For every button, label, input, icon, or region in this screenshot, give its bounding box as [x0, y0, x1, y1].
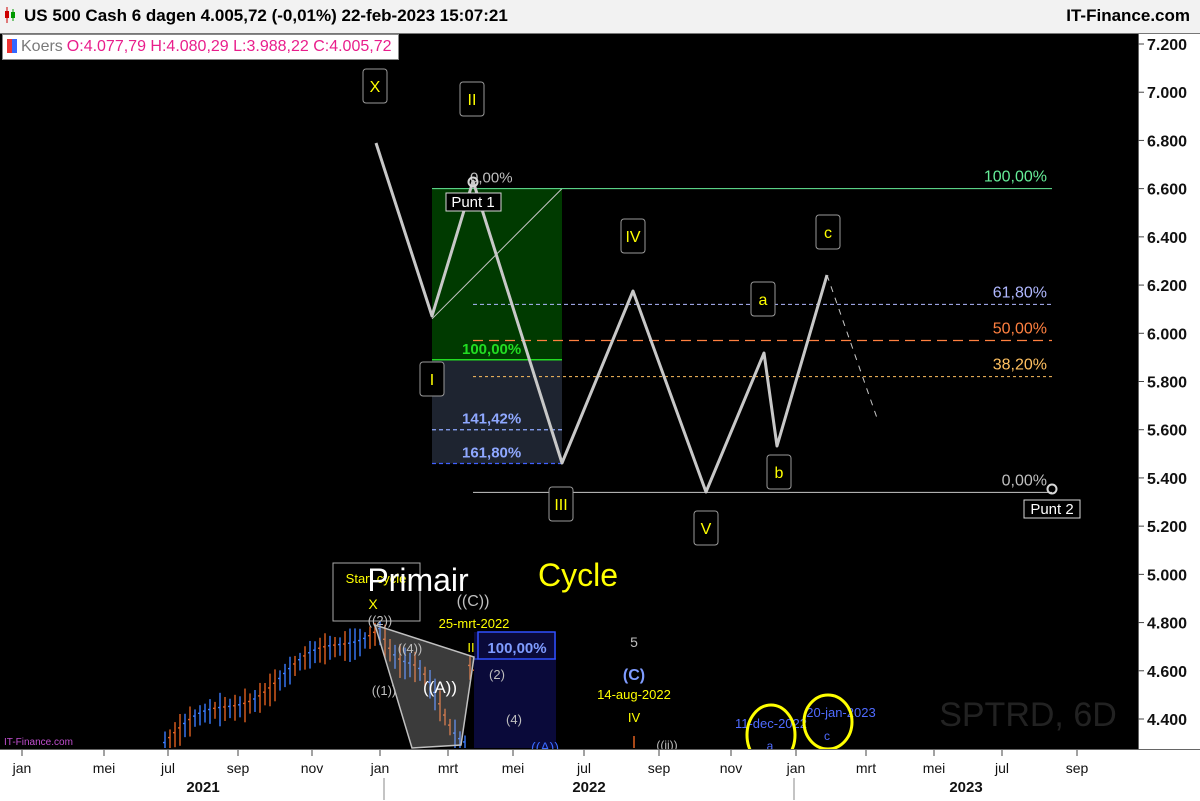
fib-ret-label-3: 38,20%: [993, 357, 1047, 374]
wave-label-6: a: [759, 292, 768, 309]
lower-wave-1: ((1)): [372, 683, 397, 698]
cycle-label: Cycle: [538, 557, 618, 593]
lower-five: 5: [630, 634, 638, 650]
wave-label-0: X: [370, 79, 381, 96]
legend-series-name: Koers: [21, 38, 63, 55]
lower-w4: (4): [506, 712, 522, 727]
lower-wC: (C): [623, 667, 645, 684]
wave-label-7: b: [775, 465, 784, 482]
lower-date-1: 25-mrt-2022: [439, 616, 510, 631]
wave-label-5: V: [701, 521, 712, 538]
chart-root: 100,00% 141,42% 161,80% 0,00% 100,00% Start …: [0, 0, 1200, 801]
wave-label-8: c: [824, 225, 832, 242]
lower-wave-c: ((C)): [457, 593, 490, 610]
punt-1-label: Punt 1: [451, 194, 494, 211]
lower-date-2: 14-aug-2022: [597, 687, 671, 702]
title-bar: US 500 Cash 6 dagen 4.005,72 (-0,01%) 22…: [0, 0, 1200, 34]
fib-ret-label-1: 61,80%: [993, 284, 1047, 301]
wave-label-3: IV: [625, 229, 640, 246]
legend-ohlc-values: O:4.077,79 H:4.080,29 L:3.988,22 C:4.005…: [66, 38, 392, 55]
wave-label-1: II: [468, 92, 477, 109]
fib-ext-label-100: 100,00%: [462, 341, 521, 358]
lower-date-4: 20-jan-2023: [806, 705, 875, 720]
series-legend[interactable]: Koers O:4.077,79 H:4.080,29 L:3.988,22 C:…: [2, 34, 399, 60]
lower-x-label: X: [368, 596, 378, 612]
lower-small-c: c: [824, 729, 830, 743]
time-axis[interactable]: [0, 749, 1200, 801]
brand-name: IT-Finance.com: [1066, 6, 1190, 25]
lower-wave-2: ((2)): [368, 613, 393, 628]
chart-svg: 100,00%141,42%161,80%0,00% 100,00%Start …: [4, 68, 1117, 767]
fib-boxes: 100,00%141,42%161,80%0,00%: [431, 170, 563, 465]
lower-fib-box-label: 100,00%: [487, 640, 546, 657]
lower-ii: II: [467, 640, 474, 655]
fib-ret-label-2: 50,00%: [993, 321, 1047, 338]
fib-ext-box-green: [432, 188, 562, 360]
fib-ret-label-0: 100,00%: [984, 169, 1047, 186]
lower-date-3: 11-dec-2022: [735, 716, 807, 731]
price-axis[interactable]: [1138, 33, 1200, 750]
lower-w2: (2): [489, 667, 505, 682]
chart-title: US 500 Cash 6 dagen 4.005,72 (-0,01%) 22…: [24, 6, 508, 25]
fib-ret-label-4: 0,00%: [1002, 472, 1047, 489]
punt-2-label: Punt 2: [1030, 501, 1073, 518]
wave-projection-dashed-tail: [826, 274, 878, 419]
primair-label: Primair: [367, 562, 469, 598]
wave-label-4: III: [554, 497, 567, 514]
lower-annotation-layer: 100,00%Start cycleXPrimair Cycle((C))25-m…: [4, 557, 1117, 767]
brand-watermark: IT-Finance.com: [4, 737, 73, 748]
candlestick-icon: [5, 7, 15, 23]
lower-iv: IV: [628, 710, 641, 725]
lower-wave-4: ((4)): [398, 641, 423, 656]
fib-ext-label-161: 161,80%: [462, 444, 521, 461]
legend-swatch-icon: [7, 39, 17, 53]
fib-ext-label-141: 141,42%: [462, 411, 521, 428]
symbol-watermark: SPTRD, 6D: [939, 696, 1117, 734]
wave-label-2: I: [430, 372, 434, 389]
lower-wave-A: ((A)): [423, 678, 457, 697]
